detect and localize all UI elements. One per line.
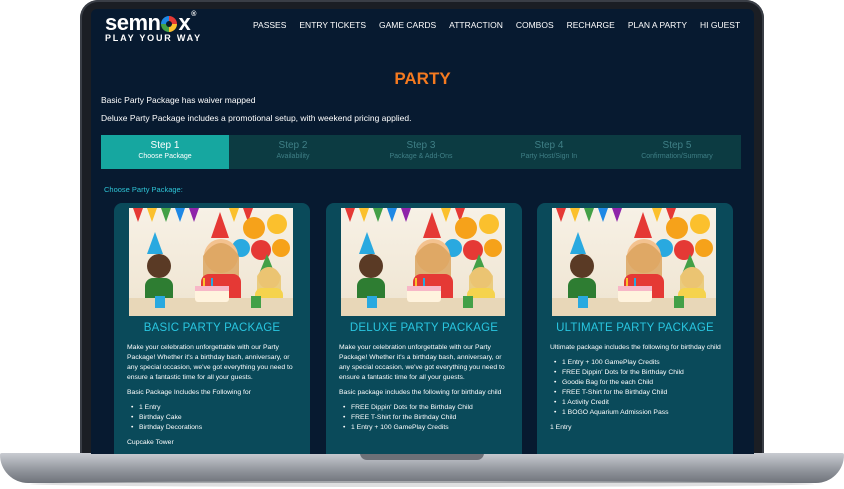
choose-package-label: Choose Party Package: <box>104 185 183 194</box>
list-item: 1 BOGO Aquarium Admission Pass <box>554 408 723 418</box>
main-nav: PASSES ENTRY TICKETS GAME CARDS ATTRACTI… <box>253 20 753 30</box>
list-item: 1 Activity Credit <box>554 398 723 408</box>
list-item: FREE Dippin' Dots for the Birthday Child <box>554 368 723 378</box>
package-card-deluxe[interactable]: DELUXE PARTY PACKAGE Make your celebrati… <box>326 203 522 454</box>
package-items: 1 Entry + 100 GamePlay Credits FREE Dipp… <box>550 358 723 418</box>
nav-entry-tickets[interactable]: ENTRY TICKETS <box>299 20 366 30</box>
card-description: Make your celebration unforgettable with… <box>127 343 300 453</box>
list-item: 1 Entry <box>131 403 300 413</box>
laptop-screen: semn x ® PLAY YOUR WAY PASSES ENTRY TICKET… <box>91 9 754 454</box>
site-header: semn x ® PLAY YOUR WAY PASSES ENTRY TICKET… <box>91 9 754 45</box>
laptop-shadow <box>30 481 814 487</box>
list-item: Birthday Decorations <box>131 423 300 433</box>
laptop-notch <box>360 453 484 460</box>
nav-attraction[interactable]: ATTRACTION <box>449 20 503 30</box>
page-title: PARTY <box>394 69 451 88</box>
list-item: Birthday Cake <box>131 413 300 423</box>
semnox-logo[interactable]: semn x ® PLAY YOUR WAY <box>105 10 202 43</box>
card-title: BASIC PARTY PACKAGE <box>143 322 281 334</box>
bunting-flags <box>133 208 253 222</box>
step-choose-package[interactable]: Step 1 Choose Package <box>101 135 229 169</box>
list-item: 1 Entry + 100 GamePlay Credits <box>343 423 512 433</box>
step-package-addons[interactable]: Step 3 Package & Add-Ons <box>357 135 485 169</box>
nav-combos[interactable]: COMBOS <box>516 20 554 30</box>
logo-color-wheel-icon <box>161 16 178 32</box>
nav-user-greeting[interactable]: HI GUEST <box>700 20 740 30</box>
list-item: FREE T-Shirt for the Birthday Child <box>554 388 723 398</box>
bunting-flags <box>345 208 465 222</box>
step-confirmation-summary[interactable]: Step 5 Confirmation/Summary <box>613 135 741 169</box>
list-item: FREE T-Shirt for the Birthday Child <box>343 413 512 423</box>
nav-plan-a-party[interactable]: PLAN A PARTY <box>628 20 687 30</box>
card-description: Ultimate package includes the following … <box>550 343 723 438</box>
card-title: DELUXE PARTY PACKAGE <box>349 322 499 334</box>
package-items: 1 Entry Birthday Cake Birthday Decoratio… <box>127 403 300 433</box>
party-photo <box>552 208 716 316</box>
logo-tagline: PLAY YOUR WAY <box>105 33 202 43</box>
party-photo <box>129 208 293 316</box>
list-item: Goodie Bag for the each Child <box>554 378 723 388</box>
nav-game-cards[interactable]: GAME CARDS <box>379 20 436 30</box>
package-card-basic[interactable]: BASIC PARTY PACKAGE Make your celebratio… <box>114 203 310 454</box>
logo-wordmark: semn x ® <box>105 10 196 35</box>
party-photo <box>341 208 505 316</box>
list-item: FREE Dippin' Dots for the Birthday Child <box>343 403 512 413</box>
step-party-host-sign-in[interactable]: Step 4 Party Host/Sign In <box>485 135 613 169</box>
nav-passes[interactable]: PASSES <box>253 20 286 30</box>
package-items: FREE Dippin' Dots for the Birthday Child… <box>339 403 512 433</box>
waiver-notice: Basic Party Package has waiver mapped <box>101 95 256 105</box>
booking-stepper: Step 1 Choose Package Step 2 Availabilit… <box>101 135 741 169</box>
package-card-ultimate[interactable]: ULTIMATE PARTY PACKAGE Ultimate package … <box>537 203 733 454</box>
card-description: Make your celebration unforgettable with… <box>339 343 512 438</box>
promo-notice: Deluxe Party Package includes a promotio… <box>101 113 412 123</box>
card-title: ULTIMATE PARTY PACKAGE <box>556 322 714 334</box>
bunting-flags <box>556 208 676 222</box>
step-availability[interactable]: Step 2 Availability <box>229 135 357 169</box>
nav-recharge[interactable]: RECHARGE <box>567 20 615 30</box>
list-item: 1 Entry + 100 GamePlay Credits <box>554 358 723 368</box>
